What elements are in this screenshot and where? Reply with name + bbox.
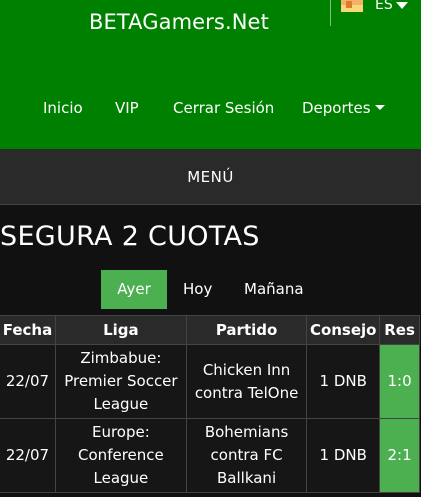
nav-inicio[interactable]: Inicio <box>43 99 83 117</box>
col-partido: Partido <box>185 315 308 345</box>
table-row: 22/07 Europe: Conference League Bohemian… <box>0 418 420 493</box>
language-label: ES <box>375 0 393 13</box>
cell-liga: Zimbabue: Premier Soccer League <box>54 344 187 419</box>
tab-ayer[interactable]: Ayer <box>101 270 167 309</box>
col-liga: Liga <box>54 315 187 345</box>
menu-label: MENÚ <box>187 168 234 186</box>
brand-logo-text[interactable]: BETAGamers.Net <box>89 10 269 34</box>
cell-liga: Europe: Conference League <box>54 418 187 493</box>
main-nav: Inicio VIP Cerrar Sesión Deportes <box>0 99 421 119</box>
language-divider <box>330 0 331 26</box>
language-selector[interactable]: ES <box>341 0 408 13</box>
site-header: BETAGamers.Net ES Inicio VIP Cerrar Sesi… <box>0 0 421 149</box>
table-row: 22/07 Zimbabue: Premier Soccer League Ch… <box>0 344 420 419</box>
table-header-row: Fecha Liga Partido Consejo Res <box>0 315 420 345</box>
cell-fecha: 22/07 <box>0 418 56 493</box>
nav-vip[interactable]: VIP <box>115 99 139 117</box>
col-fecha: Fecha <box>0 315 56 345</box>
tab-manana[interactable]: Mañana <box>244 270 304 309</box>
cell-fecha: 22/07 <box>0 344 56 419</box>
cell-res: 2:1 <box>379 418 420 493</box>
cell-consejo: 1 DNB <box>306 418 381 493</box>
cell-consejo: 1 DNB <box>306 344 381 419</box>
col-res: Res <box>379 315 420 345</box>
spain-flag-icon <box>341 0 363 12</box>
nav-cerrar-sesion[interactable]: Cerrar Sesión <box>173 99 274 117</box>
col-consejo: Consejo <box>306 315 381 345</box>
tab-hoy[interactable]: Hoy <box>183 270 212 309</box>
cell-res: 1:0 <box>379 344 420 419</box>
cell-partido: Bohemians contra FC Ballkani <box>185 418 308 493</box>
nav-deportes[interactable]: Deportes <box>302 99 385 117</box>
nav-deportes-label: Deportes <box>302 99 371 117</box>
tips-table: Fecha Liga Partido Consejo Res 22/07 Zim… <box>0 315 420 493</box>
menu-toggle-bar[interactable]: MENÚ <box>0 149 421 205</box>
chevron-down-icon <box>395 1 408 9</box>
chevron-down-icon <box>374 105 385 110</box>
page-title: SEGURA 2 CUOTAS <box>0 221 260 252</box>
cell-partido: Chicken Inn contra TelOne <box>185 344 308 419</box>
